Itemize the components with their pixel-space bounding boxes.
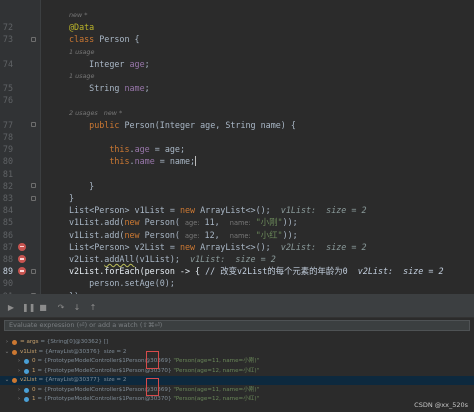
- variable-row[interactable]: › = args = {String[0]@30362} []: [0, 338, 474, 347]
- variable-text: v1List = {ArrayList@30376} size = 2: [20, 348, 129, 355]
- evaluate-expression-input[interactable]: Evaluate expression (⏎) or add a watch (…: [4, 320, 470, 331]
- variable-text: v2List = {ArrayList@30377} size = 2: [20, 377, 129, 383]
- code-text[interactable]: person.setAge(0);: [69, 277, 175, 289]
- debugger-toolbar: ▶ ❚❚ ■ ↷ ↓ ↑: [0, 298, 474, 318]
- code-text[interactable]: v2List.addAll(v1List); v1List: size = 2: [69, 253, 276, 265]
- fold-icon[interactable]: [31, 36, 36, 42]
- variable-text: 1 = {PrototypeModelController$1Person@30…: [32, 396, 260, 402]
- code-text[interactable]: 1 usage: [69, 46, 94, 58]
- expand-icon[interactable]: ›: [4, 338, 10, 347]
- code-text[interactable]: String name;: [69, 82, 150, 94]
- variable-row[interactable]: ⌄ v2List = {ArrayList@30377} size = 2: [0, 376, 474, 385]
- line-number[interactable]: 89: [0, 265, 13, 277]
- watermark: CSDN @xx_520s: [414, 401, 468, 409]
- line-number[interactable]: 84: [0, 204, 13, 216]
- variable-icon: [24, 368, 29, 374]
- variable-row[interactable]: › 0 = {PrototypeModelController$1Person@3…: [0, 386, 474, 395]
- step-into-icon[interactable]: ↓: [72, 303, 82, 313]
- code-text[interactable]: new *: [69, 9, 87, 21]
- line-number[interactable]: 76: [0, 94, 13, 106]
- highlight-box: [146, 351, 159, 369]
- line-number[interactable]: 90: [0, 277, 13, 289]
- variable-row[interactable]: ⌄ v1List = {ArrayList@30376} size = 2: [0, 348, 474, 357]
- line-number[interactable]: 88: [0, 253, 13, 265]
- line-number[interactable]: 82: [0, 180, 13, 192]
- line-number[interactable]: 72: [0, 21, 13, 33]
- code-text[interactable]: List<Person> v2List = new ArrayList<>();…: [69, 241, 367, 253]
- code-text[interactable]: v2List.forEach(person -> { // 改变v2List的每…: [69, 265, 444, 277]
- breakpoint-icon[interactable]: [18, 242, 26, 251]
- code-text[interactable]: v1List.add(new Person( age: 12, name: "小…: [69, 229, 298, 242]
- line-number[interactable]: 87: [0, 241, 13, 253]
- variable-row[interactable]: › 1 = {PrototypeModelController$1Person@3…: [0, 367, 474, 376]
- pause-icon[interactable]: ❚❚: [22, 303, 35, 313]
- code-text[interactable]: }: [69, 180, 94, 192]
- line-number[interactable]: 74: [0, 58, 13, 70]
- line-number[interactable]: 73: [0, 33, 13, 45]
- variable-icon: [12, 378, 17, 383]
- expand-icon[interactable]: ›: [16, 357, 22, 366]
- breakpoint-icon[interactable]: [18, 255, 26, 263]
- variable-text: = args = {String[0]@30362} []: [20, 339, 110, 345]
- code-text[interactable]: this.name = name;: [69, 155, 197, 167]
- variable-icon: [24, 359, 29, 364]
- line-number[interactable]: 77: [0, 119, 13, 131]
- expand-icon[interactable]: ›: [16, 386, 22, 395]
- step-over-icon[interactable]: ↷: [56, 303, 66, 313]
- line-number[interactable]: 79: [0, 143, 13, 155]
- code-text[interactable]: v1List.add(new Person( age: 11, name: "小…: [69, 216, 298, 229]
- variable-icon: [24, 387, 29, 393]
- variable-row[interactable]: › 1 = {PrototypeModelController$1Person@3…: [0, 395, 474, 404]
- expand-icon[interactable]: ⌄: [4, 376, 10, 385]
- expand-icon[interactable]: ⌄: [4, 348, 10, 357]
- line-number[interactable]: 75: [0, 82, 13, 94]
- stop-icon[interactable]: ■: [38, 303, 48, 313]
- variable-icon: [12, 349, 17, 355]
- code-text[interactable]: 1 usage: [69, 70, 94, 82]
- fold-icon[interactable]: [31, 195, 36, 201]
- code-text[interactable]: 2 usages new *: [69, 107, 122, 119]
- fold-icon[interactable]: [31, 183, 36, 189]
- code-text[interactable]: Integer age;: [69, 58, 150, 70]
- line-number[interactable]: 86: [0, 229, 13, 241]
- gutter-separator: [40, 0, 41, 294]
- highlight-box: [146, 378, 159, 396]
- fold-icon[interactable]: [31, 268, 36, 274]
- variable-icon: [12, 340, 17, 345]
- expand-icon[interactable]: ›: [16, 367, 22, 376]
- variable-icon: [24, 397, 29, 402]
- line-number[interactable]: 83: [0, 192, 13, 204]
- line-number[interactable]: 80: [0, 155, 13, 167]
- code-text[interactable]: this.age = age;: [69, 143, 185, 155]
- line-number[interactable]: 81: [0, 168, 13, 180]
- variable-row[interactable]: › 0 = {PrototypeModelController$1Person@3…: [0, 357, 474, 366]
- step-out-icon[interactable]: ↑: [88, 303, 98, 313]
- line-number[interactable]: 78: [0, 131, 13, 143]
- code-text[interactable]: }: [69, 192, 74, 204]
- code-text[interactable]: List<Person> v1List = new ArrayList<>();…: [69, 204, 367, 216]
- breakpoint-icon[interactable]: [18, 267, 26, 276]
- debugger-panel: ▶ ❚❚ ■ ↷ ↓ ↑ Evaluate expression (⏎) or …: [0, 298, 474, 412]
- code-editor[interactable]: new * 72 @Data 73 class Person {1 usage 74 In…: [0, 0, 474, 294]
- code-text[interactable]: public Person(Integer age, String name) …: [69, 119, 296, 131]
- code-text[interactable]: @Data: [69, 21, 94, 33]
- resume-icon[interactable]: ▶: [6, 303, 16, 313]
- fold-icon[interactable]: [31, 122, 36, 128]
- code-text[interactable]: class Person {: [69, 33, 140, 45]
- line-number[interactable]: 85: [0, 216, 13, 228]
- expand-icon[interactable]: ›: [16, 395, 22, 404]
